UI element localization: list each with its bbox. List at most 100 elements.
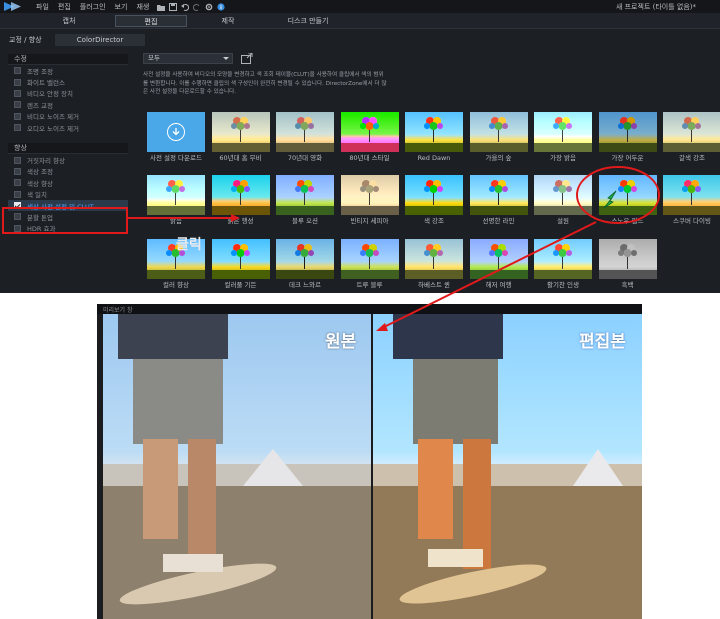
field-graphic	[598, 206, 657, 216]
preset-label: 하베스트 퀸	[418, 280, 450, 289]
checkbox[interactable]	[14, 179, 21, 187]
preset-tile[interactable]: 스쿠버 다이빙	[663, 175, 720, 227]
preset-download-tile[interactable]: 사전 설정 다운로드	[147, 112, 205, 164]
preset-tile[interactable]: 스노우 필드	[598, 175, 657, 227]
balloon-string	[368, 130, 370, 142]
menu-view[interactable]: 보기	[115, 2, 128, 12]
preset-tile[interactable]: 빈티지 세피아	[340, 175, 399, 227]
checkbox[interactable]	[14, 89, 21, 97]
sidebar-item-edge-enhance[interactable]: 거짓자리 향상	[8, 154, 128, 165]
menu-file[interactable]: 파일	[36, 2, 49, 12]
preset-tile[interactable]: 붉은 행성	[211, 175, 270, 227]
preset-tile[interactable]: 80년대 스타일	[340, 112, 399, 164]
checkbox[interactable]	[14, 112, 21, 120]
menu-play[interactable]: 재생	[136, 2, 149, 12]
checkbox[interactable]	[14, 124, 21, 132]
preset-filter-select[interactable]: 모두	[143, 53, 233, 64]
preset-label: 가장 어두운	[611, 154, 644, 162]
preset-tile[interactable]: 70년대 영화	[276, 112, 334, 164]
tab-capture[interactable]: 캡처	[29, 15, 109, 27]
preset-tile[interactable]: 해저 여행	[469, 238, 528, 291]
sidebar-item-color-match[interactable]: 색 일치	[8, 189, 128, 200]
preset-label: 선명한 라인	[482, 217, 515, 226]
preset-tile[interactable]: 색 강조	[405, 175, 463, 227]
quick-toolbar	[157, 2, 225, 11]
colordirector-tab[interactable]: ColorDirector	[55, 34, 145, 46]
checkbox[interactable]	[14, 78, 21, 86]
preset-tile[interactable]: 데크 느와르	[276, 238, 334, 291]
preset-thumbnail	[534, 112, 592, 152]
gear-icon[interactable]	[205, 3, 213, 11]
balloons-graphic	[617, 243, 637, 257]
sidebar-item-white-balance[interactable]: 화이트 밸런스	[8, 76, 128, 87]
balloon-string	[304, 130, 305, 142]
balloon-string	[368, 193, 370, 206]
balloon-string	[239, 130, 241, 142]
field-graphic	[340, 269, 399, 279]
preset-tile[interactable]: 흑백	[598, 238, 657, 291]
field-graphic	[405, 143, 463, 152]
preset-tile[interactable]: 갈색 강조	[663, 112, 720, 164]
checkbox[interactable]	[14, 67, 21, 75]
tab-edit[interactable]: 편집	[115, 15, 187, 27]
checkbox[interactable]	[14, 101, 21, 109]
field-graphic	[663, 206, 720, 216]
preset-tile[interactable]: 하베스트 퀸	[405, 238, 463, 291]
balloon-string	[691, 193, 692, 206]
checkbox[interactable]	[14, 156, 21, 164]
sidebar-item-stabilizer[interactable]: 비디오 안정 장치	[8, 88, 128, 99]
preset-tile[interactable]: 설원	[534, 175, 592, 227]
balloon-string	[433, 130, 434, 142]
balloons-graphic	[424, 180, 443, 194]
info-icon[interactable]	[217, 2, 225, 11]
preset-tile[interactable]: 활기찬 인생	[534, 238, 592, 291]
tab-produce[interactable]: 제작	[192, 15, 264, 27]
save-icon[interactable]	[169, 2, 178, 11]
checkbox[interactable]	[14, 167, 21, 175]
preset-tile[interactable]: 가장 밝음	[534, 112, 592, 164]
sidebar-item-lighting[interactable]: 조명 조정	[8, 65, 128, 76]
preset-tile[interactable]: 블루 오션	[276, 175, 334, 227]
preset-tile[interactable]: 60년대 홈 무비	[211, 112, 270, 164]
preset-thumbnail	[276, 175, 334, 216]
redo-icon[interactable]	[193, 3, 201, 11]
checkbox[interactable]	[14, 190, 21, 198]
undo-icon[interactable]	[181, 3, 190, 11]
sidebar-item-label: 색 일치	[27, 191, 48, 200]
sidebar-item-color-adjust[interactable]: 색상 조정	[8, 166, 128, 177]
balloons-graphic	[359, 243, 379, 257]
balloon-string	[497, 256, 499, 269]
sidebar-item-audio-denoise[interactable]: 오디오 노이즈 제거	[8, 122, 128, 133]
menu-plugin[interactable]: 플러그인	[80, 2, 106, 12]
preset-label: 80년대 스타일	[349, 154, 390, 162]
project-title: 새 프로젝트 (타이틀 없음)*	[615, 3, 696, 11]
sidebar-item-lens-correction[interactable]: 렌즈 교정	[8, 99, 128, 110]
sidebar-item-split-toning[interactable]: 분할 톤업	[8, 211, 128, 222]
preset-tile[interactable]: 컬러풀 기든	[211, 238, 270, 291]
tab-create-disc[interactable]: 디스크 만들기	[268, 15, 348, 27]
import-icon[interactable]	[241, 53, 253, 64]
checkbox[interactable]	[14, 202, 21, 210]
preset-label: 60년대 홈 무비	[219, 154, 262, 162]
sidebar-item-video-denoise[interactable]: 비디오 노이즈 제거	[8, 111, 128, 122]
balloons-graphic	[359, 117, 379, 130]
sidebar-item-color-presets-clut[interactable]: 색상 사전 설정 및 CLUT	[8, 199, 128, 212]
preset-tile[interactable]: 선명한 라인	[469, 175, 528, 227]
preview-title: 미리보기 창	[103, 307, 133, 314]
sidebar-item-color-enhance[interactable]: 색상 향상	[8, 177, 128, 188]
menu-edit[interactable]: 편집	[58, 2, 71, 12]
field-graphic	[405, 269, 463, 279]
preset-tile[interactable]: 트루 블루	[340, 238, 399, 291]
checkbox[interactable]	[14, 213, 21, 221]
preset-tile[interactable]: 밝음	[147, 175, 205, 227]
sidebar-item-label: 비디오 안정 장치	[27, 90, 73, 99]
preset-tile[interactable]: Red Dawn	[405, 112, 463, 164]
preset-tile[interactable]: 가장 어두운	[598, 112, 657, 164]
balloon-string	[368, 256, 370, 269]
folder-icon[interactable]	[157, 3, 166, 11]
preset-tile[interactable]: 가을의 숲	[469, 112, 528, 164]
sidebar-item-hdr-effect[interactable]: HDR 효과	[8, 223, 128, 234]
field-graphic	[276, 269, 334, 279]
checkbox[interactable]	[14, 224, 21, 232]
preset-label: 밝음	[170, 217, 182, 226]
